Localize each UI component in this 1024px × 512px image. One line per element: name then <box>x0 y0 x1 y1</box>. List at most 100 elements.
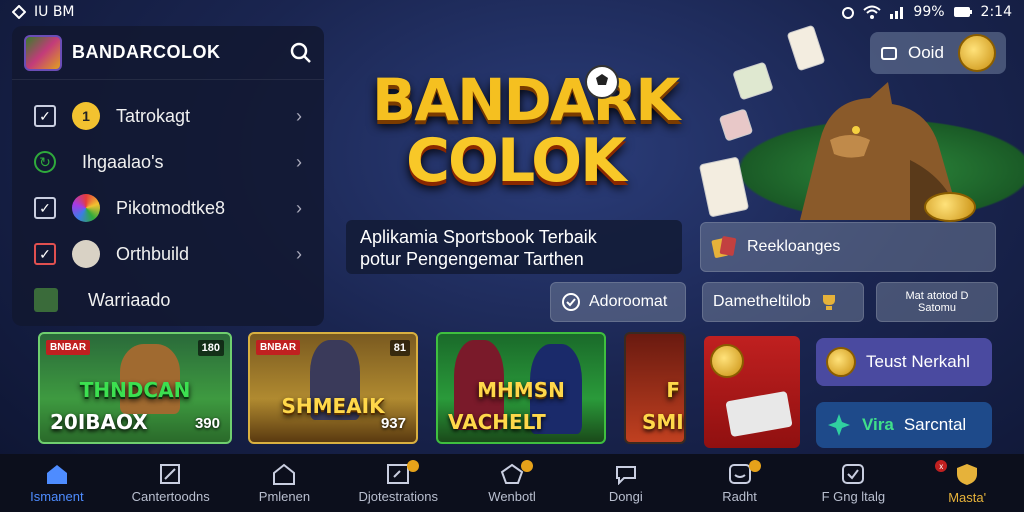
app-title: BANDARCOLOK <box>72 42 221 62</box>
promo-label: Dametheltilob <box>713 293 811 310</box>
nav-label: Dongi <box>608 488 643 504</box>
account-label: Ooid <box>908 43 944 62</box>
nav-item-7[interactable]: Radht <box>683 454 797 512</box>
tile-title: THNDCAN <box>79 378 191 402</box>
hero-tagline: Aplikamia Sportsbook Terbaik potur Penge… <box>346 220 682 274</box>
promo-button[interactable]: Dametheltilob <box>702 282 864 322</box>
download-label: Adoroomat <box>589 293 668 310</box>
tile-subtitle: VACHELT <box>448 410 546 434</box>
check-box-icon <box>842 463 865 484</box>
checkbox-icon[interactable]: ✓ <box>34 197 56 219</box>
nav-item-2[interactable]: Cantertoodns <box>114 454 228 512</box>
trophy-icon <box>819 292 839 312</box>
app-logo <box>24 34 62 71</box>
sidebar-item-label: Tatrokagt <box>116 105 191 126</box>
live-card-button[interactable]: Vira Sarcntal <box>816 402 992 448</box>
sidebar-item-label: Pikotmodtke8 <box>116 197 226 218</box>
wallet-icon <box>880 44 898 62</box>
tagline-line2: potur Pengengemar Tarthen <box>360 249 584 269</box>
chevron-right-icon: › <box>296 151 302 172</box>
house-outline-icon <box>273 463 296 485</box>
game-tile-1[interactable]: BNBAR 180 THNDCAN 20IBAOX 390 <box>38 332 232 444</box>
refresh-icon[interactable]: ↻ <box>34 151 56 173</box>
app-diamond-icon <box>12 5 26 19</box>
misc-label-1: Mat atotod D <box>905 290 969 302</box>
calculator-image <box>725 390 793 438</box>
game-tile-4[interactable]: F SMIG <box>624 332 686 444</box>
game-tile-2[interactable]: BNBAR 81 SHMEAIK 937 <box>248 332 418 444</box>
battery-icon <box>953 6 973 18</box>
nav-item-9[interactable]: x Masta' <box>910 454 1024 512</box>
nav-label: Cantertoodns <box>131 488 210 504</box>
nav-item-5[interactable]: Wenbotl <box>455 454 569 512</box>
checkbox-icon[interactable]: ✓ <box>34 243 56 265</box>
checkbox-icon[interactable]: ✓ <box>34 105 56 127</box>
game-tile-3[interactable]: MHMSN VACHELT <box>436 332 606 444</box>
tile-badge: BNBAR <box>46 340 91 355</box>
sidebar: BANDARCOLOK ✓ 1 Tatrokagt › ↻ Ihgaalao's… <box>12 26 324 326</box>
sidebar-header: BANDARCOLOK <box>12 26 324 80</box>
gold-coin-icon: 1 <box>72 102 100 130</box>
tile-subtitle: 20IBAOX <box>50 410 148 434</box>
nav-item-4[interactable]: Djotestrations <box>341 454 455 512</box>
hero-logo: BANDARK COLOK <box>372 64 682 206</box>
treasure-promo-image[interactable] <box>704 336 800 448</box>
check-circle-icon <box>561 292 581 312</box>
account-button[interactable]: Ooid <box>870 32 1006 74</box>
color-wheel-icon <box>72 194 100 222</box>
trust-card-label: Teust Nerkahl <box>866 352 970 371</box>
live-card-green: Vira <box>862 415 894 434</box>
nav-item-home[interactable]: Ismanent <box>0 454 114 512</box>
chevron-right-icon: › <box>296 105 302 126</box>
nav-label: Wenbotl <box>488 488 536 504</box>
chat-icon <box>615 465 636 485</box>
sparkle-icon <box>826 412 852 438</box>
soccer-ball-icon <box>584 64 620 100</box>
notification-dot <box>407 460 420 472</box>
gold-coins-image <box>924 192 976 222</box>
hero-title-line2: COLOK <box>406 126 627 196</box>
home-icon <box>46 464 67 484</box>
nav-label: Radht <box>722 488 757 504</box>
tile-title: F <box>666 378 680 402</box>
signal-icon <box>889 5 905 19</box>
hero-title-line1: BANDARK <box>372 66 680 134</box>
edit-icon <box>159 463 180 484</box>
nav-item-3[interactable]: Pmlenen <box>228 454 342 512</box>
sidebar-item-2[interactable]: ↻ Ihgaalao's › <box>12 140 324 184</box>
alarm-icon <box>841 5 855 19</box>
misc-button[interactable]: Mat atotod D Satomu <box>876 282 998 322</box>
tile-number: 390 <box>194 415 220 432</box>
search-icon[interactable] <box>290 42 312 64</box>
image-thumb-icon <box>34 288 58 312</box>
nav-label: Djotestrations <box>358 488 438 504</box>
tile-number: 937 <box>380 415 406 432</box>
nav-item-6[interactable]: Dongi <box>569 454 683 512</box>
sidebar-item-5[interactable]: Warriaado <box>12 278 324 322</box>
redirect-label: Reekloanges <box>747 238 841 255</box>
tile-subtitle: SMIG <box>642 410 684 434</box>
redirect-button[interactable]: Reekloanges <box>700 222 996 272</box>
nav-item-8[interactable]: F Gng ltalg <box>796 454 910 512</box>
lion-coin-icon <box>826 347 856 377</box>
sidebar-item-3[interactable]: ✓ Pikotmodtke8 › <box>12 186 324 230</box>
status-left-text: IU BM <box>34 4 75 20</box>
tile-title: MHMSN <box>477 378 565 402</box>
notification-dot: x <box>935 460 948 472</box>
sidebar-item-4[interactable]: ✓ Orthbuild › <box>12 232 324 276</box>
trust-card-button[interactable]: Teust Nerkahl <box>816 338 992 386</box>
gold-badge-icon <box>958 34 996 72</box>
smile-icon <box>728 463 751 484</box>
live-card-label: Sarcntal <box>903 415 967 434</box>
battery-percent: 99% <box>913 4 945 20</box>
tile-badge: BNBAR <box>256 340 301 355</box>
sidebar-item-label: Warriaado <box>88 289 171 310</box>
character-avatar-icon <box>72 240 100 268</box>
misc-label-2: Satomu <box>918 302 956 314</box>
nav-label: Masta' <box>948 489 987 505</box>
sidebar-item-label: Orthbuild <box>116 243 190 264</box>
download-button[interactable]: Adoroomat <box>550 282 686 322</box>
sidebar-item-1[interactable]: ✓ 1 Tatrokagt › <box>12 94 324 138</box>
bottom-navigation: Ismanent Cantertoodns Pmlenen Djotestrat… <box>0 454 1024 512</box>
sidebar-item-label: Ihgaalao's <box>82 151 164 172</box>
